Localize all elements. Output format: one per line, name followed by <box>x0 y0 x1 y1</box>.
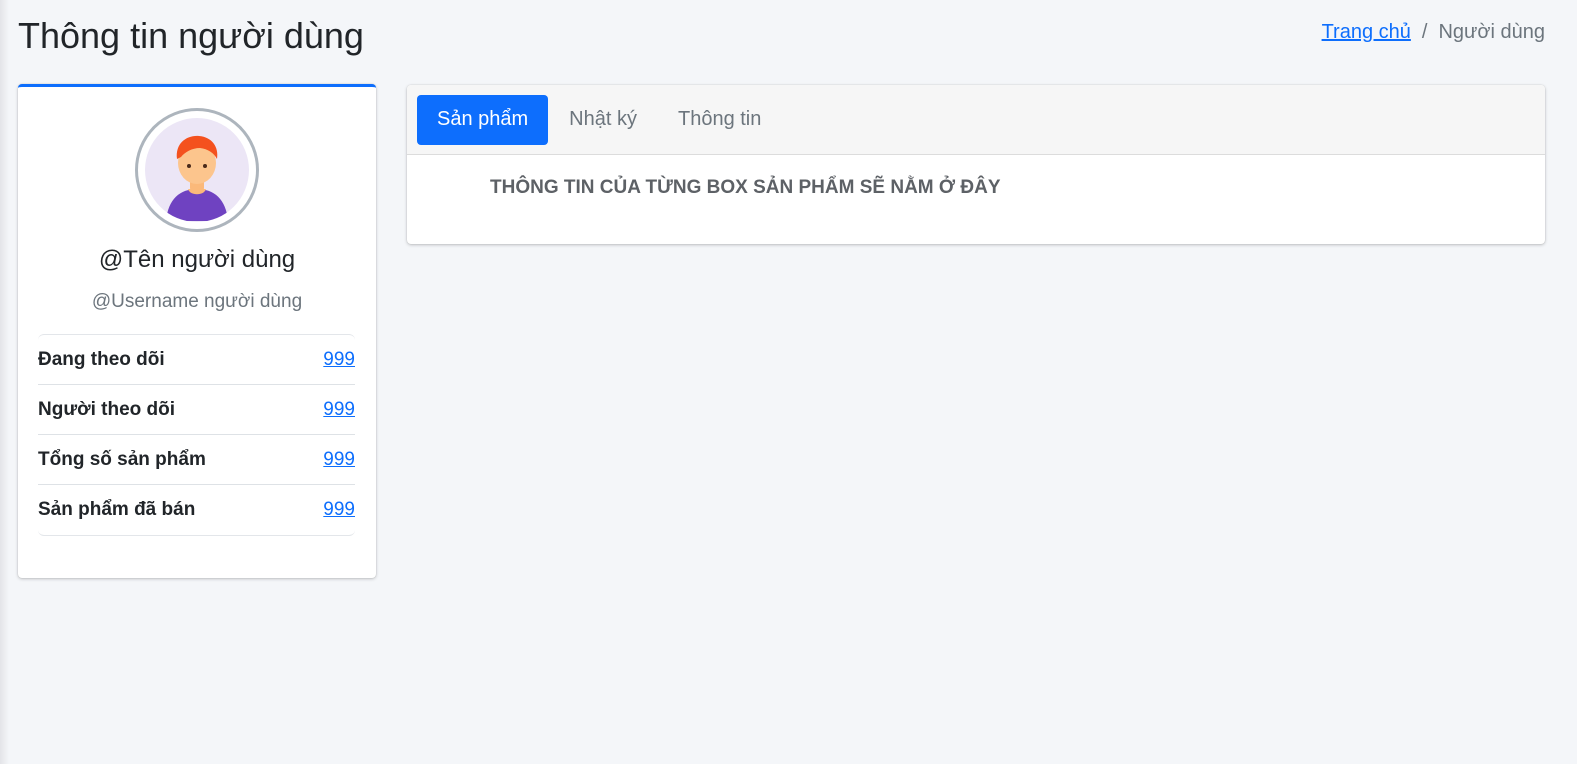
profile-stats-list: Đang theo dõi 999 Người theo dõi 999 Tổn… <box>38 334 355 536</box>
stat-value-link[interactable]: 999 <box>323 399 355 421</box>
breadcrumb-current: Người dùng <box>1438 21 1545 43</box>
tab-content-text: THÔNG TIN CỦA TỪNG BOX SẢN PHẨM SẼ NẰM Ở… <box>490 177 1001 198</box>
profile-username: @Username người dùng <box>91 291 303 312</box>
stat-label: Sản phẩm đã bán <box>38 499 196 520</box>
breadcrumb-separator: / <box>1421 21 1428 43</box>
breadcrumb: Trang chủ / Người dùng <box>1322 19 1545 45</box>
profile-name: @Tên người dùng <box>98 246 296 273</box>
stat-label: Tổng số sản phẩm <box>38 448 206 470</box>
content-card: Sản phẩm Nhật ký Thông tin THÔNG TIN CỦA… <box>407 85 1545 244</box>
stat-row-products-sold: Sản phẩm đã bán 999 <box>38 485 355 535</box>
stat-value-link[interactable]: 999 <box>323 449 355 471</box>
stat-row-followers: Người theo dõi 999 <box>38 385 355 435</box>
stat-value-link[interactable]: 999 <box>323 499 355 521</box>
breadcrumb-home-link[interactable]: Trang chủ <box>1322 19 1411 45</box>
tab-info[interactable]: Thông tin <box>658 95 781 145</box>
stat-row-total-products: Tổng số sản phẩm 999 <box>38 435 355 485</box>
tabs-header: Sản phẩm Nhật ký Thông tin <box>407 85 1545 155</box>
stat-label: Đang theo dõi <box>38 348 165 370</box>
user-avatar-icon <box>145 118 249 222</box>
stat-label: Người theo dõi <box>38 398 176 420</box>
page-title: Thông tin người dùng <box>18 15 364 56</box>
avatar <box>135 108 259 232</box>
tab-activity-log[interactable]: Nhật ký <box>549 95 657 145</box>
profile-card: @Tên người dùng @Username người dùng Đan… <box>18 84 376 578</box>
stat-row-following: Đang theo dõi 999 <box>38 335 355 385</box>
sidebar-edge <box>0 0 9 764</box>
tab-products[interactable]: Sản phẩm <box>417 94 549 145</box>
stat-value-link[interactable]: 999 <box>323 349 355 371</box>
